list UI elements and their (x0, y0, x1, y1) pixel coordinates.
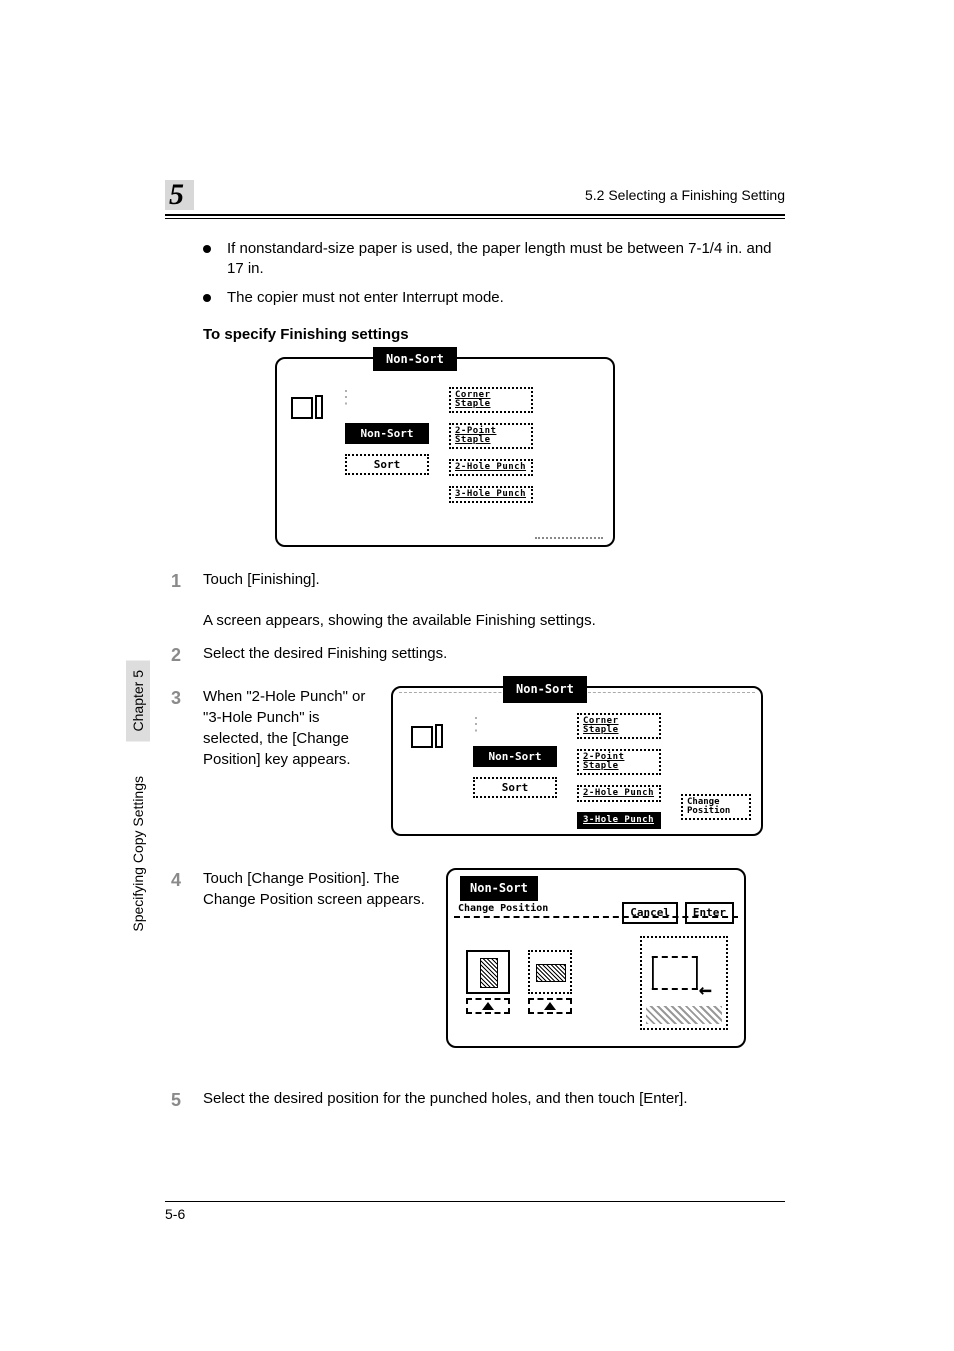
output-tray-icon (291, 393, 325, 419)
two-hole-punch-button[interactable]: 2-Hole Punch (449, 459, 533, 476)
enter-button[interactable]: Enter (685, 902, 734, 923)
step-3: 3 When "2-Hole Punch" or "3-Hole Punch" … (165, 686, 785, 836)
page-footer: 5-6 (165, 1206, 785, 1222)
screen-title: Non-Sort (503, 676, 587, 703)
step-4: 4 Touch [Change Position]. The Change Po… (165, 868, 785, 1048)
page-number: 5-6 (165, 1206, 185, 1222)
step-text: Touch [Change Position]. The Change Posi… (203, 868, 428, 910)
landscape-orientation-button[interactable] (528, 950, 572, 994)
screen-subtitle: Change Position (458, 904, 548, 914)
step-number: 1 (165, 569, 203, 594)
up-arrow-button[interactable] (466, 998, 510, 1014)
cancel-button[interactable]: Cancel (622, 902, 678, 923)
sort-button[interactable]: Sort (473, 777, 557, 798)
step-1-sub: A screen appears, showing the available … (203, 612, 785, 629)
divider-dots: ⋮ (467, 712, 486, 737)
step-text: Touch [Finishing]. (203, 569, 785, 594)
change-position-screen-illustration: Non-Sort Change Position Cancel Enter (446, 868, 746, 1048)
left-arrow-icon: ← (699, 976, 712, 1007)
step-number: 5 (165, 1088, 203, 1113)
change-position-button[interactable]: Change Position (681, 794, 751, 820)
chapter-number: 5 (165, 180, 194, 210)
divider-line (454, 916, 738, 918)
procedure-heading: To specify Finishing settings (203, 326, 785, 343)
up-arrow-button[interactable] (528, 998, 572, 1014)
header-rule-thick (165, 214, 785, 216)
three-hole-punch-button[interactable]: 3-Hole Punch (449, 486, 533, 503)
divider-dots: ⋮ (337, 387, 356, 408)
step-number: 4 (165, 868, 203, 1048)
portrait-orientation-button[interactable] (466, 950, 510, 994)
two-point-staple-button[interactable]: 2-Point Staple (449, 423, 533, 449)
page-header: 5 5.2 Selecting a Finishing Setting (165, 180, 785, 210)
preview-panel: ← (640, 936, 728, 1030)
side-section-tab: Specifying Copy Settings (126, 770, 150, 938)
preview-paper-icon (652, 956, 698, 990)
corner-staple-button[interactable]: Corner Staple (449, 387, 533, 413)
step-2: 2 Select the desired Finishing settings. (165, 643, 785, 668)
corner-staple-button[interactable]: Corner Staple (577, 713, 661, 739)
header-section-title: 5.2 Selecting a Finishing Setting (585, 187, 785, 203)
side-chapter-tab: Chapter 5 (126, 660, 150, 741)
note-list: If nonstandard-size paper is used, the p… (203, 239, 785, 308)
page-content: 5 5.2 Selecting a Finishing Setting If n… (165, 180, 785, 1222)
hatched-area (646, 1006, 722, 1024)
nonsort-button[interactable]: Non-Sort (345, 423, 429, 444)
sort-button[interactable]: Sort (345, 454, 429, 475)
step-number: 3 (165, 686, 203, 836)
partial-border (535, 537, 603, 539)
output-tray-icon (411, 722, 445, 748)
two-hole-punch-button[interactable]: 2-Hole Punch (577, 785, 661, 802)
step-5: 5 Select the desired position for the pu… (165, 1088, 785, 1113)
nonsort-button[interactable]: Non-Sort (473, 746, 557, 767)
step-text: Select the desired Finishing settings. (203, 643, 785, 668)
note-item: If nonstandard-size paper is used, the p… (203, 239, 785, 280)
three-hole-punch-button[interactable]: 3-Hole Punch (577, 812, 661, 829)
two-point-staple-button[interactable]: 2-Point Staple (577, 749, 661, 775)
screen-title: Non-Sort (460, 876, 538, 901)
finishing-screen-illustration-2: Non-Sort ⋮ Non-Sort Sort Corner Staple 2… (391, 686, 763, 836)
finishing-screen-illustration-1: Non-Sort ⋮ Non-Sort Sort Corner Staple 2… (275, 357, 615, 547)
step-1: 1 Touch [Finishing]. (165, 569, 785, 594)
step-text: Select the desired position for the punc… (203, 1088, 785, 1113)
footer-rule (165, 1201, 785, 1202)
step-number: 2 (165, 643, 203, 668)
step-text: When "2-Hole Punch" or "3-Hole Punch" is… (203, 686, 373, 770)
note-item: The copier must not enter Interrupt mode… (203, 288, 785, 308)
header-rule-thin (165, 218, 785, 219)
